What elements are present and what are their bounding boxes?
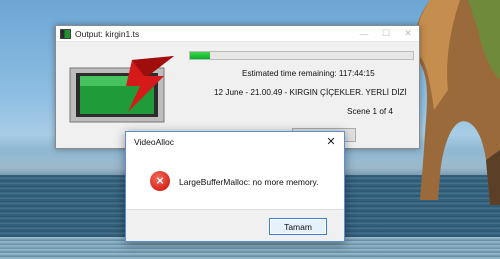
dialog-body: × LargeBufferMalloc: no more memory.: [126, 151, 344, 211]
output-window-title: Output: kirgin1.ts: [75, 28, 140, 39]
error-dialog: VideoAlloc ✕ × LargeBufferMalloc: no mor…: [125, 131, 345, 242]
dialog-titlebar[interactable]: VideoAlloc ✕: [126, 132, 344, 151]
program-text: 12 June - 21.00.49 - KIRGIN ÇİÇEKLER. YE…: [214, 88, 407, 97]
scene-text: Scene 1 of 4: [347, 107, 393, 116]
output-titlebar[interactable]: Output: kirgin1.ts — ☐ ✕: [56, 26, 419, 42]
close-icon[interactable]: ✕: [397, 26, 419, 42]
eta-text: Estimated time remaining: 117:44:15: [242, 69, 375, 78]
maximize-icon[interactable]: ☐: [375, 26, 397, 42]
dialog-message: LargeBufferMalloc: no more memory.: [179, 177, 319, 187]
progress-fill: [190, 52, 211, 59]
app-icon: [60, 28, 71, 39]
ok-button[interactable]: Tamam: [269, 218, 327, 235]
progress-bar: [189, 51, 414, 60]
tv-logo-icon: [69, 56, 174, 123]
dialog-close-icon[interactable]: ✕: [318, 132, 344, 151]
minimize-icon[interactable]: —: [353, 26, 375, 42]
dialog-title: VideoAlloc: [134, 136, 175, 147]
error-icon: ×: [150, 171, 170, 191]
dialog-footer: Tamam: [126, 209, 344, 241]
